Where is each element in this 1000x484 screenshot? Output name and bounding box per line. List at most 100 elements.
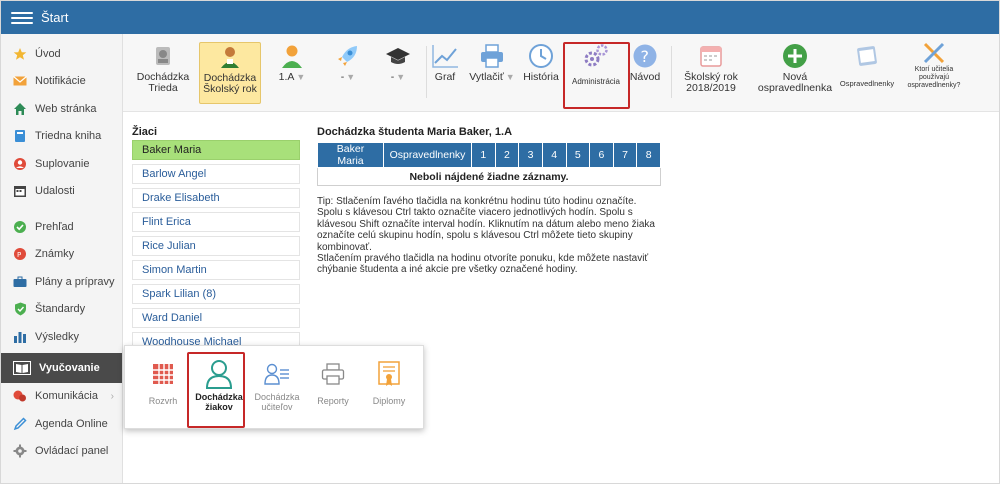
sidebar-item-label: Vyučovanie [39,361,100,374]
submenu-label: Reporty [317,396,349,406]
sidebar-item-znamky[interactable]: P Známky [1,241,122,269]
sidebar-item-triedna-kniha[interactable]: Triedna kniha [1,123,122,151]
class-select-value: 1.A [278,71,295,83]
dochadzka-trieda-button[interactable]: Dochádzka Trieda [131,42,195,104]
student-icon [279,42,305,70]
top-bar: Štart [1,1,999,34]
app-window: Štart Úvod Notifikácie Web stránka Tried… [0,0,1000,484]
class-select[interactable]: 1.A ▼ [271,42,313,104]
tool-label: Vytlačiť [469,71,504,83]
lesson-header[interactable]: 3 [518,142,543,168]
sidebar-item-uvod[interactable]: Úvod [1,40,122,68]
student-item[interactable]: Flint Erica [132,212,300,232]
report-printer-icon [305,360,361,388]
sidebar-item-komunikacia[interactable]: Komunikácia › [1,383,122,411]
sidebar-item-prehlad[interactable]: Prehľad [1,213,122,241]
student-attendance-icon [217,43,243,71]
student-item[interactable]: Baker Maria [132,140,300,160]
diplomy-item[interactable]: Diplomy [361,360,417,406]
sidebar-item-agenda[interactable]: Agenda Online [1,410,122,438]
submenu-label: Rozvrh [148,396,178,406]
sidebar-item-label: Web stránka [35,102,97,115]
rozvrh-item[interactable]: Rozvrh [135,360,191,406]
printer-icon [479,42,505,70]
sidebar-item-vysledky[interactable]: Výsledky [1,323,122,351]
lesson-header[interactable]: 4 [541,142,567,168]
diploma-icon [361,360,417,388]
school-year-select[interactable]: Školský rok 2018/2019 [677,42,745,104]
pen-icon [13,417,27,431]
lesson-header[interactable]: 2 [494,142,520,168]
tool-label: Graf [434,71,456,83]
period-select[interactable]: - ▼ [328,42,368,104]
tool-label: Ospravedlnenky [839,79,895,88]
calendar-icon [13,184,27,198]
tool-label: Ktorí učitelia používajú ospravedlnenky? [907,66,961,89]
dochadzka-skolsky-rok-button[interactable]: Dochádzka Školský rok [199,42,261,104]
sidebar-item-udalosti[interactable]: Udalosti [1,178,122,206]
tool-label: Návod [629,71,661,83]
reporty-item[interactable]: Reporty [305,360,361,406]
navod-button[interactable]: ? Návod [628,42,662,104]
nova-ospravedlnenka-button[interactable]: Nová ospravedlnenka [755,42,835,104]
vytlacit-button[interactable]: Vytlačiť ▼ [469,42,515,104]
lesson-header[interactable]: 7 [612,142,638,168]
empty-message: Neboli nájdené žiadne záznamy. [317,167,661,186]
sidebar-item-vyucovanie[interactable]: Vyučovanie [1,352,122,383]
page-title: Štart [41,10,69,25]
book-icon [13,129,27,143]
group-select[interactable]: - ▼ [378,42,418,104]
lesson-header[interactable]: 5 [565,142,591,168]
administracia-highlight [563,42,630,109]
tool-label: Nová ospravedlnenka [757,71,833,94]
bar-chart-icon [13,330,27,344]
lesson-header[interactable]: 6 [589,142,614,168]
sidebar-item-web[interactable]: Web stránka [1,95,122,123]
dochadzka-ucitelov-item[interactable]: Dochádzka učiteľov [249,360,305,412]
sidebar-item-label: Prehľad [35,220,74,233]
menu-icon[interactable] [11,11,33,24]
rocket-icon [335,42,361,70]
submenu-label: Diplomy [372,396,406,406]
column-header[interactable]: Ospravedlnenky [383,142,472,168]
teacher-list-icon [249,360,305,388]
student-item[interactable]: Drake Elisabeth [132,188,300,208]
dropdown-arrow-icon: ▼ [296,72,306,82]
excuse-note-icon [855,42,879,70]
open-book-icon [13,360,31,375]
student-item[interactable]: Ward Daniel [132,308,300,328]
graf-button[interactable]: Graf [430,42,460,104]
sidebar-item-label: Ovládací panel [35,445,109,458]
envelope-icon [13,74,27,88]
sidebar-item-label: Plány a prípravy [35,275,115,288]
lesson-header[interactable]: 1 [471,142,496,168]
historia-button[interactable]: História [520,42,562,104]
sidebar: Úvod Notifikácie Web stránka Triedna kni… [1,34,123,483]
lesson-header[interactable]: 8 [636,142,661,168]
sidebar-item-standardy[interactable]: Štandardy [1,296,122,324]
sidebar-item-ovladaci-panel[interactable]: Ovládací panel [1,438,122,466]
sidebar-item-label: Udalosti [35,185,75,198]
student-item[interactable]: Barlow Angel [132,164,300,184]
class-attendance-icon [150,42,176,70]
sidebar-item-plany[interactable]: Plány a prípravy [1,268,122,296]
student-item[interactable]: Simon Martin [132,260,300,280]
ktori-ucitelia-button[interactable]: Ktorí učitelia používajú ospravedlnenky? [901,42,967,104]
column-header[interactable]: Baker Maria [317,142,384,168]
student-item[interactable]: Spark Lilian (8) [132,284,300,304]
check-circle-icon [13,220,27,234]
tool-label: Dochádzka Školský rok [203,72,257,95]
sidebar-item-label: Triedna kniha [35,130,102,143]
star-icon [13,47,27,61]
chat-icon [13,389,27,403]
dropdown-arrow-icon: ▼ [346,72,356,82]
sidebar-item-suplovanie[interactable]: Suplovanie [1,150,122,178]
period-select-value: - [340,71,345,83]
sidebar-item-notifikacie[interactable]: Notifikácie [1,68,122,96]
students-heading: Žiaci [132,126,158,138]
sidebar-item-label: Štandardy [35,303,86,316]
student-item[interactable]: Rice Julian [132,236,300,256]
vyucovanie-submenu: Rozvrh Dochádzka žiakov Dochádzka učiteľ… [124,345,424,429]
ospravedlnenky-button[interactable]: Ospravedlnenky [835,42,899,104]
toolbar-divider [426,46,427,98]
